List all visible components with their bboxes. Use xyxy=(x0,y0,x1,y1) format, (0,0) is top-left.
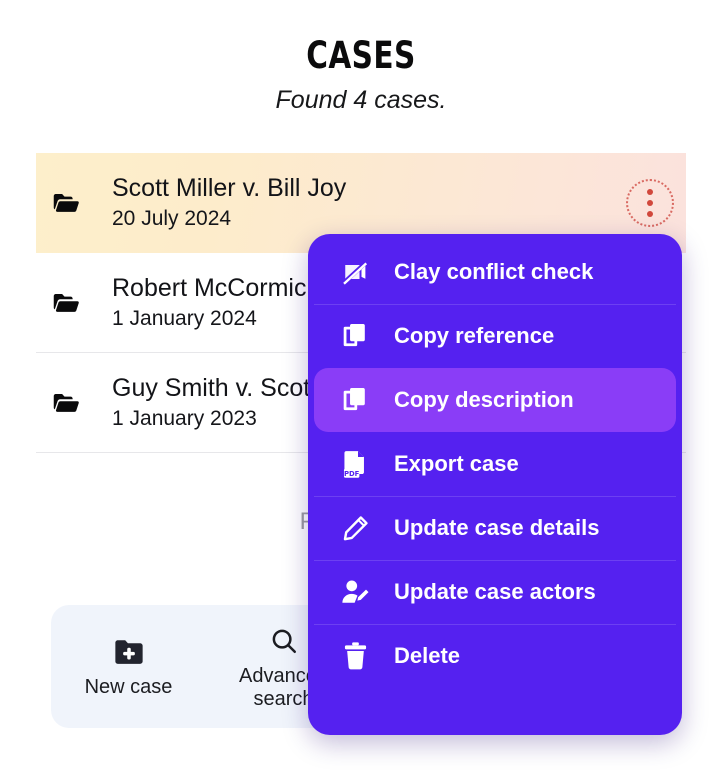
case-context-menu: Clay conflict check Copy reference Copy … xyxy=(308,234,682,735)
menu-item-label: Update case actors xyxy=(394,579,596,604)
menu-item-export-case[interactable]: PDF Export case xyxy=(314,432,676,496)
case-actions-menu-button[interactable] xyxy=(626,178,674,227)
cases-screen: CASES Found 4 cases. Scott Miller v. Bil… xyxy=(0,0,722,780)
folder-open-icon xyxy=(44,188,88,218)
menu-item-label: Copy description xyxy=(394,387,574,412)
trash-icon xyxy=(336,641,374,671)
menu-item-update-case-details[interactable]: Update case details xyxy=(314,496,676,560)
menu-item-copy-reference[interactable]: Copy reference xyxy=(314,304,676,368)
kebab-dot xyxy=(647,199,653,206)
menu-item-copy-description[interactable]: Copy description xyxy=(314,368,676,432)
menu-item-clay-conflict-check[interactable]: Clay conflict check xyxy=(314,240,676,304)
menu-item-update-case-actors[interactable]: Update case actors xyxy=(314,560,676,624)
case-context-menu-list: Clay conflict check Copy reference Copy … xyxy=(314,240,676,688)
kebab-dot xyxy=(647,188,653,195)
new-case-button[interactable]: New case xyxy=(51,633,206,699)
folder-plus-icon xyxy=(112,633,146,667)
search-icon xyxy=(269,622,299,656)
page-subtitle: Found 4 cases. xyxy=(275,86,447,114)
pdf-file-icon: PDF xyxy=(336,449,374,480)
menu-item-label: Export case xyxy=(394,451,519,476)
case-text: Scott Miller v. Bill Joy 20 July 2024 xyxy=(112,174,346,231)
menu-item-label: Delete xyxy=(394,643,461,668)
svg-text:PDF: PDF xyxy=(344,469,360,477)
copy-icon xyxy=(336,321,374,351)
pencil-icon xyxy=(336,514,374,543)
menu-item-label: Update case details xyxy=(394,515,600,540)
copy-icon xyxy=(336,385,374,415)
folder-open-icon xyxy=(44,288,88,318)
page-title: CASES xyxy=(306,34,416,77)
kebab-dot xyxy=(647,210,653,217)
case-name: Scott Miller v. Bill Joy xyxy=(112,174,347,203)
conflict-check-off-icon xyxy=(336,257,374,287)
menu-item-label: Copy reference xyxy=(394,323,555,348)
case-date: 20 July 2024 xyxy=(112,206,232,230)
menu-item-label: Clay conflict check xyxy=(394,259,594,284)
user-edit-icon xyxy=(336,578,374,606)
toolbar-item-label: New case xyxy=(84,676,173,699)
menu-item-delete[interactable]: Delete xyxy=(314,624,676,688)
folder-open-icon xyxy=(44,388,88,418)
